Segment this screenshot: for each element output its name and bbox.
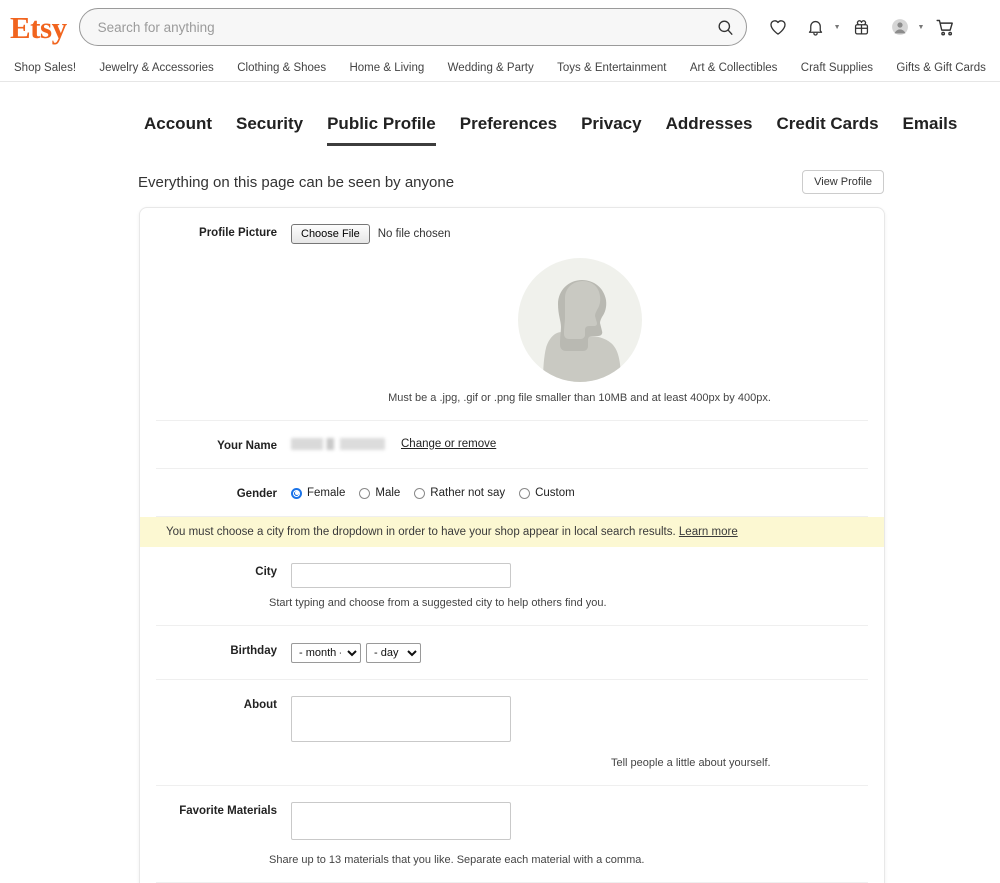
your-name-body: Change or remove	[291, 437, 868, 452]
view-profile-button[interactable]: View Profile	[802, 170, 884, 194]
file-status-text: No file chosen	[378, 228, 451, 240]
catnav-item-5[interactable]: Toys & Entertainment	[557, 62, 666, 74]
catnav-item-8[interactable]: Gifts & Gift Cards	[896, 62, 985, 74]
catnav-item-0[interactable]: Shop Sales!	[14, 62, 76, 74]
tab-account[interactable]: Account	[144, 114, 212, 146]
search-icon	[716, 18, 735, 37]
catnav-item-2[interactable]: Clothing & Shoes	[237, 62, 326, 74]
about-body: Tell people a little about yourself.	[291, 696, 868, 769]
row-city: You must choose a city from the dropdown…	[156, 517, 868, 626]
search-container	[79, 8, 747, 46]
city-body: Start typing and choose from a suggested…	[291, 563, 868, 609]
birthday-label: Birthday	[156, 642, 291, 663]
notifications-icon[interactable]	[799, 10, 833, 44]
your-name-line: Change or remove	[291, 437, 868, 450]
learn-more-link[interactable]: Learn more	[679, 526, 738, 538]
favorites-icon[interactable]	[761, 10, 795, 44]
gender-option-female[interactable]: Female	[291, 487, 345, 499]
etsy-logo[interactable]: Etsy	[10, 12, 79, 43]
file-input-line: Choose File No file chosen	[291, 224, 868, 244]
category-nav: Shop Sales! Jewelry & Accessories Clothi…	[0, 54, 1000, 82]
catnav-item-4[interactable]: Wedding & Party	[448, 62, 534, 74]
gender-radio-group: Female Male Rather not say Custom	[291, 485, 868, 499]
tab-emails[interactable]: Emails	[903, 114, 958, 146]
birthday-day-select[interactable]: - day -	[366, 643, 421, 663]
gift-icon	[852, 18, 871, 37]
account-avatar-icon[interactable]	[883, 10, 917, 44]
profile-picture-label: Profile Picture	[156, 224, 291, 404]
bell-icon	[806, 18, 825, 37]
catnav-item-3[interactable]: Home & Living	[349, 62, 424, 74]
radio-rather-not-say-icon[interactable]	[414, 488, 425, 499]
chevron-down-icon: ▼	[918, 24, 925, 31]
profile-picture-caption: Must be a .jpg, .gif or .png file smalle…	[291, 392, 868, 404]
profile-picture-body: Choose File No file chosen Must be a .jp…	[291, 224, 868, 404]
choose-file-button[interactable]: Choose File	[291, 224, 370, 244]
city-helper-text: Start typing and choose from a suggested…	[269, 597, 868, 609]
your-name-label: Your Name	[156, 437, 291, 452]
city-warning-banner: You must choose a city from the dropdown…	[140, 517, 884, 547]
about-label: About	[156, 696, 291, 769]
favorite-materials-helper-text: Share up to 13 materials that you like. …	[269, 854, 868, 866]
tab-security[interactable]: Security	[236, 114, 303, 146]
search-input[interactable]	[79, 8, 747, 46]
row-profile-picture: Profile Picture Choose File No file chos…	[156, 208, 868, 421]
tab-public-profile[interactable]: Public Profile	[327, 114, 436, 146]
tab-preferences[interactable]: Preferences	[460, 114, 557, 146]
radio-male-icon[interactable]	[359, 488, 370, 499]
site-header: Etsy ▼	[0, 0, 1000, 54]
about-textarea[interactable]	[291, 696, 511, 742]
change-or-remove-link[interactable]: Change or remove	[401, 438, 496, 450]
shopping-cart-icon	[935, 17, 956, 38]
gender-body: Female Male Rather not say Custom	[291, 485, 868, 500]
city-input[interactable]	[291, 563, 511, 588]
city-warning-text: You must choose a city from the dropdown…	[166, 526, 676, 538]
gender-option-custom[interactable]: Custom	[519, 487, 575, 499]
cart-icon[interactable]	[928, 10, 962, 44]
gender-option-rather-not-say-label: Rather not say	[430, 487, 505, 499]
tab-credit-cards[interactable]: Credit Cards	[777, 114, 879, 146]
birthday-body: - month - - day -	[291, 642, 868, 663]
tab-addresses[interactable]: Addresses	[666, 114, 753, 146]
birthday-month-select[interactable]: - month -	[291, 643, 361, 663]
avatar-preview	[291, 258, 868, 382]
catnav-item-7[interactable]: Craft Supplies	[801, 62, 873, 74]
tab-privacy[interactable]: Privacy	[581, 114, 642, 146]
gender-option-female-label: Female	[307, 487, 345, 499]
city-field-row: City Start typing and choose from a sugg…	[156, 547, 868, 609]
catnav-item-1[interactable]: Jewelry & Accessories	[99, 62, 213, 74]
row-your-name: Your Name Change or remove	[156, 421, 868, 469]
row-gender: Gender Female Male Rather not say Custom	[156, 469, 868, 517]
page-notice: Everything on this page can be seen by a…	[138, 174, 454, 191]
chevron-down-icon: ▼	[834, 24, 841, 31]
your-name-value	[291, 438, 385, 450]
heart-icon	[768, 17, 788, 37]
row-birthday: Birthday - month - - day -	[156, 626, 868, 680]
gender-option-male-label: Male	[375, 487, 400, 499]
favorite-materials-body: Share up to 13 materials that you like. …	[291, 802, 868, 866]
gender-label: Gender	[156, 485, 291, 500]
about-helper-text: Tell people a little about yourself.	[611, 757, 868, 769]
gender-option-rather-not-say[interactable]: Rather not say	[414, 487, 505, 499]
public-profile-form-card: Profile Picture Choose File No file chos…	[139, 207, 885, 883]
gifts-icon[interactable]	[845, 10, 879, 44]
gender-option-male[interactable]: Male	[359, 487, 400, 499]
catnav-item-6[interactable]: Art & Collectibles	[690, 62, 778, 74]
notifications-menu[interactable]: ▼	[799, 10, 841, 44]
gender-option-custom-label: Custom	[535, 487, 575, 499]
favorite-materials-textarea[interactable]	[291, 802, 511, 840]
user-circle-icon	[890, 17, 910, 37]
row-about: About Tell people a little about yoursel…	[156, 680, 868, 786]
default-avatar-icon	[518, 258, 642, 382]
search-button[interactable]	[711, 12, 741, 42]
subhead-row: Everything on this page can be seen by a…	[0, 146, 1000, 194]
birthday-selects: - month - - day -	[291, 642, 868, 663]
row-favorite-materials: Favorite Materials Share up to 13 materi…	[156, 786, 868, 883]
radio-female-icon[interactable]	[291, 488, 302, 499]
account-menu[interactable]: ▼	[883, 10, 925, 44]
header-icon-group: ▼ ▼	[761, 10, 963, 44]
settings-tabs: Account Security Public Profile Preferen…	[0, 82, 1000, 146]
radio-custom-icon[interactable]	[519, 488, 530, 499]
